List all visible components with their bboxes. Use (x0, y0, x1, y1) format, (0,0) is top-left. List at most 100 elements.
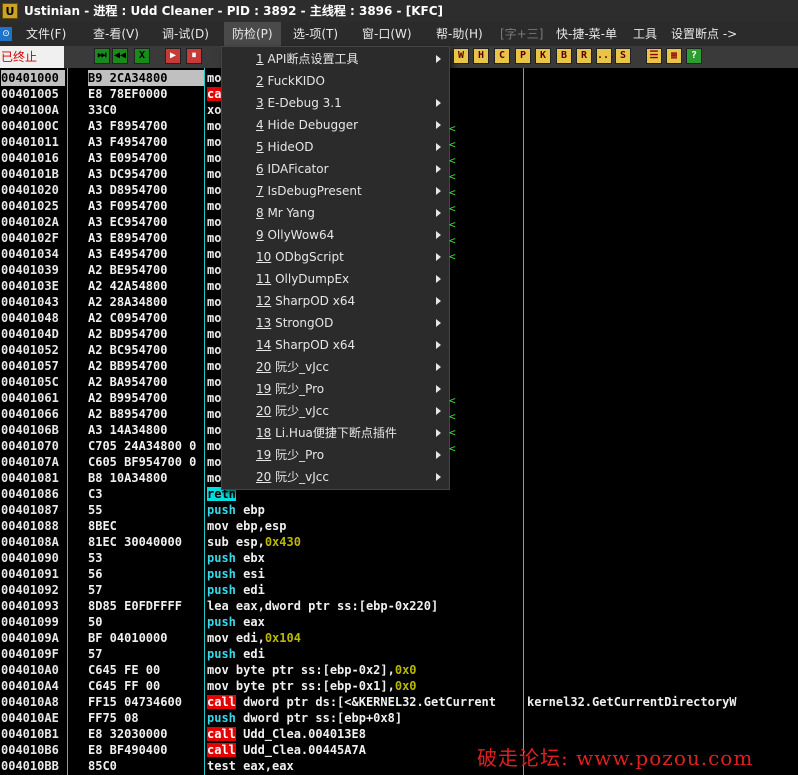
hex-bytes: C705 24A34800 0 (88, 439, 197, 453)
menu-item-label: 20 阮少_vJcc (256, 400, 329, 422)
plugin-menu-item[interactable]: 20 阮少_vJcc (222, 400, 449, 422)
menu-10[interactable]: 设置断点 -> (671, 22, 737, 46)
address: 00401081 (1, 471, 59, 485)
column-divider[interactable] (523, 68, 524, 775)
menu-7[interactable]: [字+三] (500, 22, 543, 46)
plugin-menu-item[interactable]: 2 FuckKIDO (222, 70, 449, 92)
plugin-menu-item[interactable]: 20 阮少_vJcc (222, 356, 449, 378)
menu-item-number: 14 (256, 338, 272, 352)
address: 004010AE (1, 711, 59, 725)
nav-button-0[interactable]: ⏭ (94, 48, 110, 64)
plugin-menu-item[interactable]: 8 Mr Yang (222, 202, 449, 224)
plugin-menu-item[interactable]: 20 阮少_vJcc (222, 466, 449, 488)
check-mark: < (449, 186, 456, 199)
grid-icon[interactable]: ▦ (666, 48, 682, 64)
mnemonic: call (207, 743, 236, 757)
plugin-menu-item[interactable]: 19 阮少_Pro (222, 378, 449, 400)
code-row[interactable]: 004010B1 E8 32030000 call Udd_Clea.004013E… (0, 726, 798, 742)
mnemonic: mo (207, 151, 222, 165)
code-row[interactable]: 00401091 56 push esi (0, 566, 798, 582)
code-row[interactable]: 004010A8 FF15 04734600 call dword ptr ds:[… (0, 694, 798, 710)
menu-4[interactable]: 选-项(T) (293, 22, 338, 46)
plugin-menu-item[interactable]: 10 ODbgScript (222, 246, 449, 268)
code-row[interactable]: 00401088 8BEC mov ebp,esp (0, 518, 798, 534)
grid-icon[interactable]: ☰ (646, 48, 662, 64)
hex-bytes: A2 C0954700 (88, 311, 168, 325)
toolbar-letter-button[interactable]: S (615, 48, 631, 64)
plugin-menu-item[interactable]: 4 Hide Debugger (222, 114, 449, 136)
instruction: call dword ptr ds:[<&KERNEL32.GetCurrent (207, 694, 496, 710)
immediate: 0x430 (264, 535, 301, 549)
menu-item-text: E-Debug 3.1 (263, 96, 342, 110)
address: 00401091 (1, 567, 59, 581)
menu-item-text: SharpOD x64 (271, 294, 356, 308)
column-divider[interactable] (67, 68, 68, 775)
code-row[interactable]: 00401099 50 push eax (0, 614, 798, 630)
stop-button-0[interactable]: ▶ (165, 48, 181, 64)
address: 0040109F (1, 647, 59, 661)
menu-6[interactable]: 帮-助(H) (436, 22, 483, 46)
toolbar-letter-button[interactable]: P (515, 48, 531, 64)
menu-item-text: API断点设置工具 (263, 52, 359, 66)
toolbar-letter-button[interactable]: K (535, 48, 551, 64)
menu-item-text: IDAFicator (263, 162, 329, 176)
menu-item-text: 阮少_Pro (271, 448, 325, 462)
toolbar-letter-button[interactable]: B (556, 48, 572, 64)
menu-2[interactable]: 调-试(D) (162, 22, 209, 46)
code-row[interactable]: 00401090 53 push ebx (0, 550, 798, 566)
toolbar-letter-button[interactable]: W (453, 48, 469, 64)
submenu-arrow-icon (436, 341, 441, 349)
instruction: mov ebp,esp (207, 518, 286, 534)
instruction: mo (207, 390, 221, 406)
address: 00401016 (1, 151, 59, 165)
instruction: mo (207, 214, 221, 230)
column-divider[interactable] (204, 68, 205, 775)
plugin-menu-item[interactable]: 9 OllyWow64 (222, 224, 449, 246)
plugin-menu-item[interactable]: 5 HideOD (222, 136, 449, 158)
nav-button-2[interactable]: X (134, 48, 150, 64)
plugin-menu-item[interactable]: 3 E-Debug 3.1 (222, 92, 449, 114)
plugin-menu-item[interactable]: 1 API断点设置工具 (222, 48, 449, 70)
code-row[interactable]: 0040109A BF 04010000 mov edi,0x104 (0, 630, 798, 646)
instruction: mo (207, 70, 221, 86)
plugin-menu-item[interactable]: 12 SharpOD x64 (222, 290, 449, 312)
toolbar-letter-button[interactable]: H (473, 48, 489, 64)
menu-8[interactable]: 快-捷-菜-单 (556, 22, 617, 46)
immediate: 0x104 (264, 631, 301, 645)
menu-5[interactable]: 窗-口(W) (362, 22, 412, 46)
toolbar-letter-button[interactable]: C (494, 48, 510, 64)
code-row[interactable]: 0040108A 81EC 30040000 sub esp,0x430 (0, 534, 798, 550)
menu-9[interactable]: 工具 (633, 22, 657, 46)
plugin-menu-item[interactable]: 7 IsDebugPresent (222, 180, 449, 202)
stop-button-1[interactable]: ⏸ (186, 48, 202, 64)
toolbar-letter-button[interactable]: ... (596, 48, 615, 64)
plugin-menu-item[interactable]: 19 阮少_Pro (222, 444, 449, 466)
nav-button-1[interactable]: ◀◀ (112, 48, 128, 64)
code-row[interactable]: 00401092 57 push edi (0, 582, 798, 598)
code-row[interactable]: 004010A0 C645 FE 00 mov byte ptr ss:[ebp-0… (0, 662, 798, 678)
code-row[interactable]: 0040109F 57 push edi (0, 646, 798, 662)
submenu-arrow-icon (436, 99, 441, 107)
instruction: mo (207, 118, 221, 134)
mnemonic: mo (207, 391, 222, 405)
code-row[interactable]: 00401093 8D85 E0FDFFFF lea eax,dword ptr s… (0, 598, 798, 614)
plugin-menu-item[interactable]: 13 StrongOD (222, 312, 449, 334)
menu-item-number: 5 (256, 140, 264, 154)
toolbar-letter-button[interactable]: R (576, 48, 592, 64)
plugin-menu-item[interactable]: 6 IDAFicator (222, 158, 449, 180)
menu-1[interactable]: 查-看(V) (93, 22, 139, 46)
system-menu-icon[interactable]: ⊙ (0, 27, 12, 41)
code-row[interactable]: 004010AE FF75 08 push dword ptr ss:[ebp+0x… (0, 710, 798, 726)
help-icon[interactable]: ? (686, 48, 702, 64)
plugin-menu-item[interactable]: 11 OllyDumpEx (222, 268, 449, 290)
menu-0[interactable]: 文件(F) (26, 22, 66, 46)
plugin-menu-item[interactable]: 14 SharpOD x64 (222, 334, 449, 356)
menu-3[interactable]: 防检(P) (224, 22, 281, 46)
menu-item-label: 1 API断点设置工具 (256, 48, 358, 70)
mnemonic: mov (207, 519, 229, 533)
instruction: mo (207, 406, 221, 422)
plugin-menu-item[interactable]: 18 Li.Hua便捷下断点插件 (222, 422, 449, 444)
code-row[interactable]: 004010A4 C645 FF 00 mov byte ptr ss:[ebp-0… (0, 678, 798, 694)
code-row[interactable]: 00401087 55 push ebp (0, 502, 798, 518)
address: 00401025 (1, 199, 59, 213)
